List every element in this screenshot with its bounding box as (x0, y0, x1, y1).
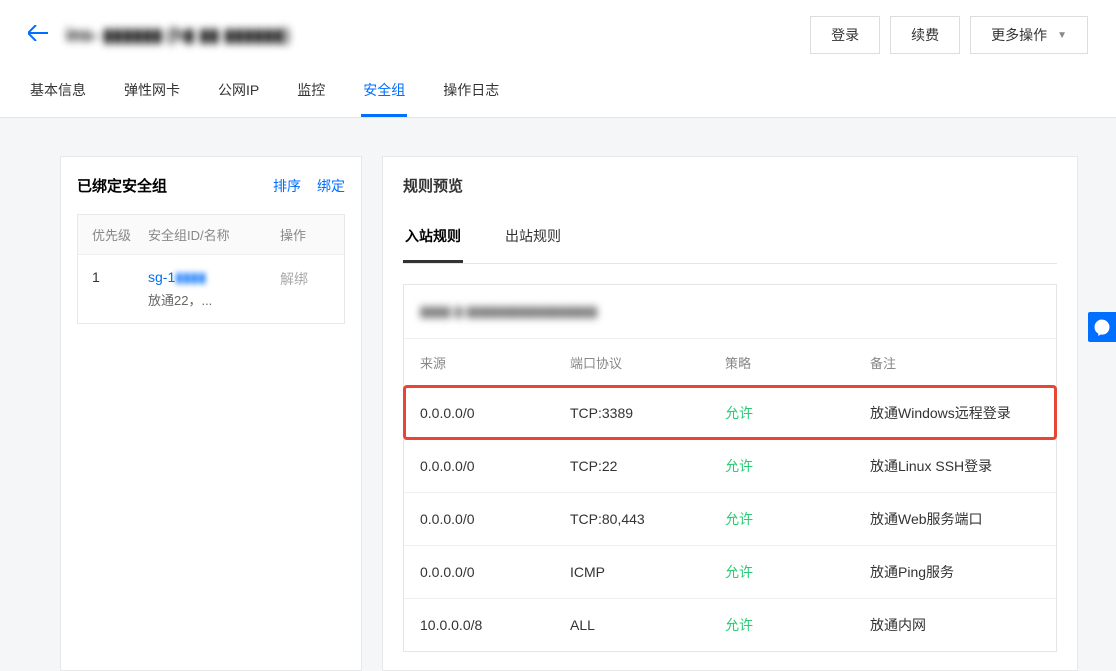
sg-col-action-header: 操作 (280, 225, 330, 244)
title-left: ins- ▮▮▮▮▮▮ (h▮ ▮▮ ▮▮▮▮▮▮) (28, 24, 290, 47)
col-source-header: 来源 (420, 353, 570, 372)
content-area: 已绑定安全组 排序 绑定 优先级 安全组ID/名称 操作 1 sg-1▮▮▮▮ … (0, 118, 1116, 671)
sg-table-header: 优先级 安全组ID/名称 操作 (78, 215, 344, 254)
rule-source: 0.0.0.0/0 (420, 405, 570, 421)
rule-row: 0.0.0.0/0 TCP:3389 允许 放通Windows远程登录 (404, 386, 1056, 439)
sg-row: 1 sg-1▮▮▮▮ 放通22，... 解绑 (78, 254, 344, 323)
bind-link[interactable]: 绑定 (317, 176, 345, 196)
rule-source: 0.0.0.0/0 (420, 511, 570, 527)
rule-remark: 放通Ping服务 (870, 562, 1040, 582)
rule-policy: 允许 (725, 615, 870, 635)
main-tabs: 基本信息 弹性网卡 公网IP 监控 安全组 操作日志 (28, 70, 1088, 117)
tab-operation-log[interactable]: 操作日志 (441, 70, 501, 117)
rules-sub-tabs: 入站规则 出站规则 (403, 216, 1057, 264)
help-widget-icon[interactable] (1088, 312, 1116, 342)
sort-link[interactable]: 排序 (273, 176, 301, 196)
tab-public-ip[interactable]: 公网IP (216, 70, 261, 117)
rule-remark: 放通Web服务端口 (870, 509, 1040, 529)
sg-panel-actions: 排序 绑定 (273, 176, 345, 196)
sg-col-name-header: 安全组ID/名称 (148, 225, 280, 244)
rules-preview-panel: 规则预览 入站规则 出站规则 ▮▮▮▮ ▮ ▮▮▮▮▮▮▮▮▮▮▮▮▮▮▮▮▮ … (382, 156, 1078, 671)
rule-row: 0.0.0.0/0 TCP:22 允许 放通Linux SSH登录 (404, 439, 1056, 492)
sg-col-priority-header: 优先级 (92, 225, 148, 244)
tab-security-group[interactable]: 安全组 (361, 70, 407, 117)
rule-port: ICMP (570, 564, 725, 580)
rule-policy: 允许 (725, 456, 870, 476)
rule-port: TCP:22 (570, 458, 725, 474)
rule-row: 0.0.0.0/0 TCP:80,443 允许 放通Web服务端口 (404, 492, 1056, 545)
rules-box: ▮▮▮▮ ▮ ▮▮▮▮▮▮▮▮▮▮▮▮▮▮▮▮▮ 来源 端口协议 策略 备注 0… (403, 284, 1057, 652)
unbind-link[interactable]: 解绑 (280, 271, 308, 287)
sg-id-link[interactable]: sg-1▮▮▮▮ (148, 269, 206, 285)
sg-priority-value: 1 (92, 269, 148, 309)
rules-table-header: 来源 端口协议 策略 备注 (404, 338, 1056, 386)
login-button[interactable]: 登录 (810, 16, 880, 54)
col-remark-header: 备注 (870, 353, 1040, 372)
rule-port: TCP:80,443 (570, 511, 725, 527)
rule-source: 10.0.0.0/8 (420, 617, 570, 633)
rule-row: 0.0.0.0/0 ICMP 允许 放通Ping服务 (404, 545, 1056, 598)
more-actions-label: 更多操作 (991, 25, 1047, 45)
rule-source: 0.0.0.0/0 (420, 564, 570, 580)
rule-port: ALL (570, 617, 725, 633)
page-header: ins- ▮▮▮▮▮▮ (h▮ ▮▮ ▮▮▮▮▮▮) 登录 续费 更多操作 ▼ … (0, 0, 1116, 118)
back-arrow-icon[interactable] (28, 24, 48, 47)
sub-tab-outbound[interactable]: 出站规则 (503, 216, 563, 263)
chevron-down-icon: ▼ (1057, 30, 1067, 41)
rule-policy: 允许 (725, 562, 870, 582)
sg-name-cell: sg-1▮▮▮▮ 放通22，... (148, 269, 280, 309)
rule-remark: 放通Linux SSH登录 (870, 456, 1040, 476)
sg-table: 优先级 安全组ID/名称 操作 1 sg-1▮▮▮▮ 放通22，... 解绑 (77, 214, 345, 324)
rules-group-header: ▮▮▮▮ ▮ ▮▮▮▮▮▮▮▮▮▮▮▮▮▮▮▮▮ (404, 285, 1056, 338)
rule-policy: 允许 (725, 509, 870, 529)
sg-panel-title: 已绑定安全组 (77, 175, 167, 196)
sub-tab-inbound[interactable]: 入站规则 (403, 216, 463, 263)
sg-action-cell: 解绑 (280, 269, 330, 309)
col-policy-header: 策略 (725, 353, 870, 372)
tab-basic-info[interactable]: 基本信息 (28, 70, 88, 117)
sg-panel-header: 已绑定安全组 排序 绑定 (61, 157, 361, 214)
tab-elastic-nic[interactable]: 弹性网卡 (122, 70, 182, 117)
sg-desc: 放通22，... (148, 290, 280, 309)
col-port-header: 端口协议 (570, 353, 725, 372)
rule-remark: 放通Windows远程登录 (870, 403, 1040, 423)
tab-monitor[interactable]: 监控 (295, 70, 327, 117)
header-actions: 登录 续费 更多操作 ▼ (810, 16, 1088, 54)
renew-button[interactable]: 续费 (890, 16, 960, 54)
rules-title: 规则预览 (403, 175, 1057, 196)
rule-policy: 允许 (725, 403, 870, 423)
instance-name: ins- ▮▮▮▮▮▮ (h▮ ▮▮ ▮▮▮▮▮▮) (66, 25, 290, 46)
rule-port: TCP:3389 (570, 405, 725, 421)
rule-remark: 放通内网 (870, 615, 1040, 635)
title-row: ins- ▮▮▮▮▮▮ (h▮ ▮▮ ▮▮▮▮▮▮) 登录 续费 更多操作 ▼ (28, 16, 1088, 54)
bound-sg-panel: 已绑定安全组 排序 绑定 优先级 安全组ID/名称 操作 1 sg-1▮▮▮▮ … (60, 156, 362, 671)
rule-row: 10.0.0.0/8 ALL 允许 放通内网 (404, 598, 1056, 651)
more-actions-button[interactable]: 更多操作 ▼ (970, 16, 1088, 54)
rule-source: 0.0.0.0/0 (420, 458, 570, 474)
